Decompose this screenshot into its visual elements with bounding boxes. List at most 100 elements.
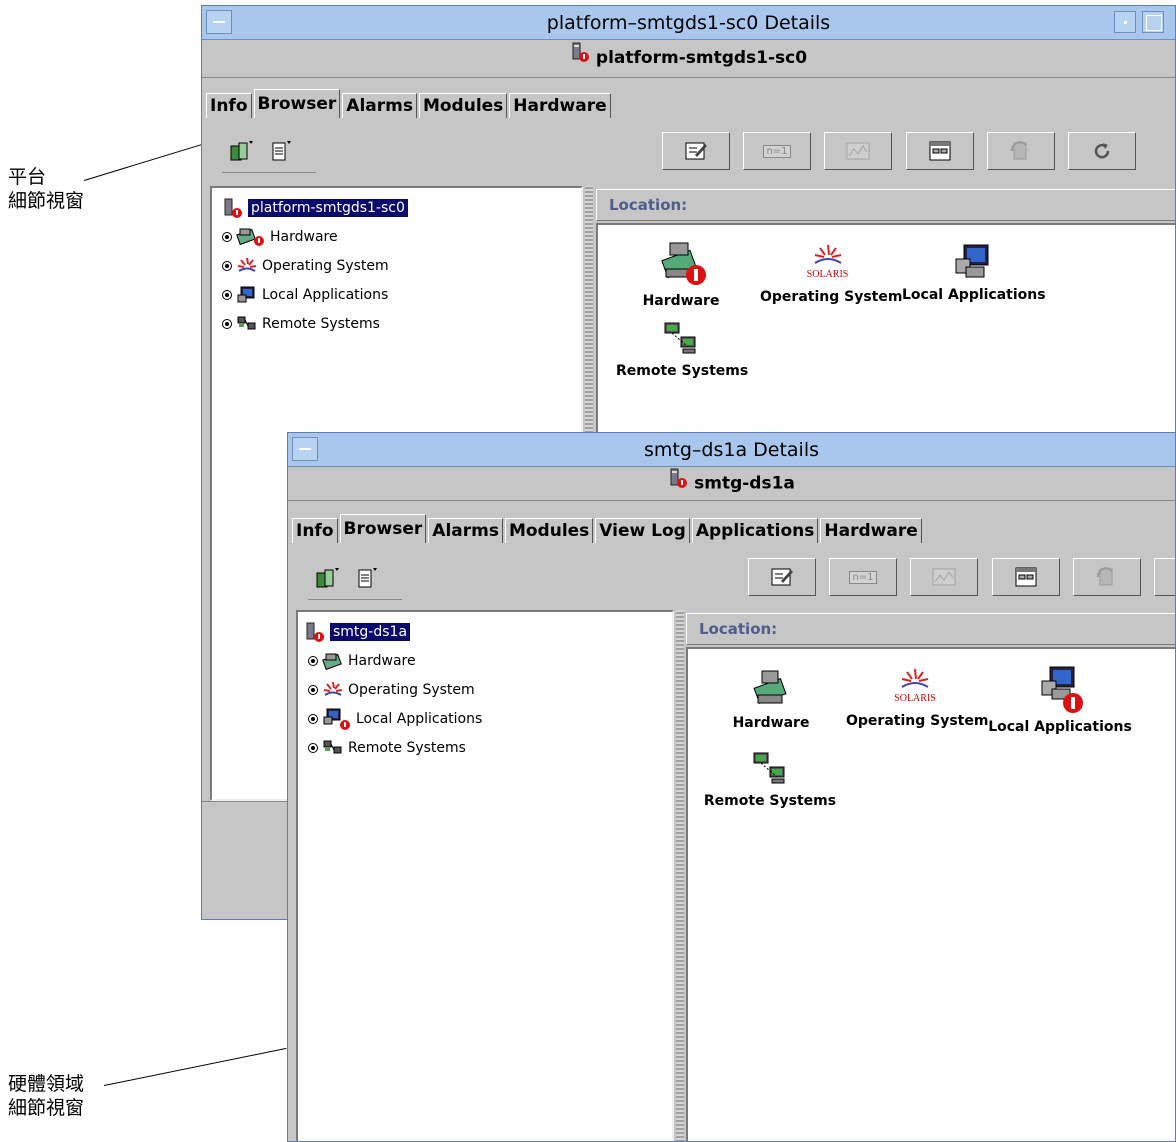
- properties-button[interactable]: [662, 132, 730, 170]
- remote-systems-icon: [323, 740, 342, 754]
- expand-icon[interactable]: [308, 685, 318, 695]
- content-item-label: Remote Systems: [703, 793, 837, 809]
- tree-item-label: Local Applications: [356, 711, 483, 727]
- alarm-icon: [686, 265, 706, 285]
- tree-item-remote-systems[interactable]: Remote Systems: [222, 312, 380, 336]
- content-item-remote-systems[interactable]: Remote Systems: [702, 749, 838, 809]
- local-applications-alarm-icon: [323, 708, 350, 730]
- remote-systems-icon: [753, 752, 785, 784]
- tree-root-label: smtg-ds1a: [330, 623, 411, 641]
- domain-location-bar: Location:: [686, 613, 1175, 645]
- tab-hardware[interactable]: Hardware: [509, 93, 611, 118]
- tab-view-log[interactable]: View Log: [595, 518, 690, 543]
- content-item-label: Operating System: [846, 713, 989, 729]
- domain-host-header: smtg-ds1a: [288, 467, 1175, 501]
- content-item-local-applications[interactable]: Local Applications: [902, 243, 1046, 303]
- platform-titlebar[interactable]: platform–smtgds1-sc0 Details: [202, 6, 1175, 40]
- refresh-button[interactable]: [1154, 558, 1175, 596]
- host-view-icon[interactable]: [228, 138, 254, 168]
- table-row-button[interactable]: n=1: [829, 558, 897, 596]
- tab-info[interactable]: Info: [206, 93, 252, 118]
- tab-modules[interactable]: Modules: [504, 518, 594, 543]
- refresh-host-button[interactable]: [1073, 558, 1141, 596]
- content-item-remote-systems[interactable]: Remote Systems: [616, 319, 749, 379]
- window-details-button[interactable]: [992, 558, 1060, 596]
- expand-icon[interactable]: [222, 261, 232, 271]
- solaris-logo-icon: SOLARIS: [760, 243, 895, 289]
- tree-root[interactable]: smtg-ds1a: [304, 620, 411, 644]
- edit-icon: [685, 142, 707, 160]
- window-icon: [1015, 567, 1037, 587]
- expand-icon[interactable]: [308, 714, 318, 724]
- tree-item-label: Remote Systems: [262, 316, 380, 332]
- expand-icon[interactable]: [222, 232, 232, 242]
- solaris-icon: [323, 681, 343, 696]
- content-item-hardware[interactable]: Hardware: [726, 667, 816, 731]
- hardware-alarm-icon: [236, 228, 264, 246]
- list-view-icon[interactable]: [268, 138, 294, 168]
- callout-domain: 硬體領域 細節視窗: [8, 1072, 84, 1120]
- tree-item-label: Operating System: [348, 682, 475, 698]
- domain-titlebar[interactable]: smtg–ds1a Details: [288, 433, 1175, 467]
- expand-icon[interactable]: [222, 319, 232, 329]
- platform-host-name: platform-smtgds1-sc0: [595, 48, 808, 68]
- platform-location-bar: Location:: [596, 189, 1175, 221]
- pane-splitter[interactable]: [676, 610, 684, 1141]
- tab-browser[interactable]: Browser: [253, 89, 341, 118]
- tree-item-remote-systems[interactable]: Remote Systems: [308, 736, 466, 760]
- maximize-button[interactable]: [1142, 11, 1164, 33]
- location-label: Location:: [609, 196, 688, 214]
- window-details-button[interactable]: [906, 132, 974, 170]
- content-item-local-applications[interactable]: Local Applications: [988, 665, 1132, 735]
- table-row-button[interactable]: n=1: [743, 132, 811, 170]
- callout-domain-pointer: [104, 1047, 287, 1086]
- tree-item-local-applications[interactable]: Local Applications: [222, 283, 388, 307]
- platform-host-header: platform-smtgds1-sc0: [202, 40, 1175, 78]
- minimize-button[interactable]: [1114, 11, 1136, 33]
- domain-host-name: smtg-ds1a: [694, 473, 795, 494]
- tab-alarms[interactable]: Alarms: [342, 93, 417, 118]
- server-alarm-icon: [304, 621, 326, 643]
- remote-systems-icon: [664, 322, 696, 354]
- domain-content-pane: Hardware SOLARIS Operating System Local …: [686, 647, 1175, 1141]
- expand-icon[interactable]: [222, 290, 232, 300]
- domain-details-window: smtg–ds1a Details smtg-ds1a Info Browser…: [287, 432, 1176, 1142]
- content-item-hardware[interactable]: Hardware: [636, 239, 726, 309]
- host-view-icon[interactable]: [314, 565, 340, 595]
- tab-applications[interactable]: Applications: [691, 518, 819, 543]
- tab-alarms[interactable]: Alarms: [428, 518, 503, 543]
- content-item-label: Hardware: [642, 293, 720, 309]
- content-item-operating-system[interactable]: SOLARIS Operating System: [760, 243, 902, 305]
- tree-item-local-applications[interactable]: Local Applications: [308, 707, 482, 731]
- refresh-host-icon: [1096, 567, 1113, 586]
- row-button-text: n=1: [763, 144, 791, 158]
- window-icon: [929, 141, 951, 161]
- tree-item-label: Local Applications: [262, 287, 389, 303]
- tree-item-hardware[interactable]: Hardware: [222, 225, 338, 249]
- list-view-icon[interactable]: [354, 565, 380, 595]
- tree-item-hardware[interactable]: Hardware: [308, 649, 416, 673]
- tab-modules[interactable]: Modules: [418, 93, 508, 118]
- tree-item-label: Hardware: [270, 229, 338, 245]
- content-item-label: Local Applications: [988, 719, 1132, 735]
- refresh-host-button[interactable]: [987, 132, 1055, 170]
- graph-button[interactable]: [824, 132, 892, 170]
- alarm-icon: [1063, 693, 1083, 713]
- content-item-label: Operating System: [760, 289, 903, 305]
- graph-icon: [932, 568, 956, 586]
- content-item-operating-system[interactable]: SOLARIS Operating System: [846, 667, 988, 729]
- solaris-wordmark: SOLARIS: [806, 269, 849, 280]
- properties-button[interactable]: [748, 558, 816, 596]
- expand-icon[interactable]: [308, 743, 318, 753]
- content-item-label: Remote Systems: [616, 363, 749, 379]
- expand-icon[interactable]: [308, 656, 318, 666]
- tree-item-operating-system[interactable]: Operating System: [222, 254, 389, 278]
- graph-button[interactable]: [910, 558, 978, 596]
- tab-info[interactable]: Info: [292, 518, 338, 543]
- tab-browser[interactable]: Browser: [339, 514, 427, 543]
- location-label: Location:: [699, 620, 778, 638]
- tree-root[interactable]: platform-smtgds1-sc0: [222, 196, 408, 220]
- tree-item-operating-system[interactable]: Operating System: [308, 678, 475, 702]
- tab-hardware[interactable]: Hardware: [820, 518, 922, 543]
- refresh-button[interactable]: [1068, 132, 1136, 170]
